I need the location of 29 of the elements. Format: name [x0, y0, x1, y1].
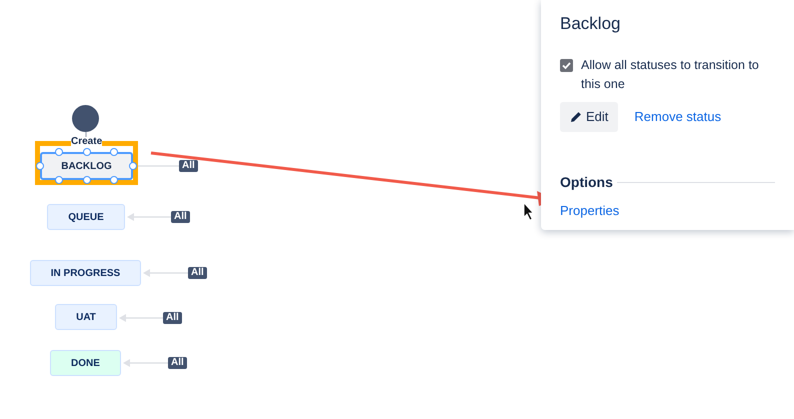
checkbox-label: Allow all statuses to transition to this one: [581, 57, 760, 94]
connector-arrow: [143, 269, 188, 277]
start-node: [72, 105, 99, 132]
resize-handle[interactable]: [110, 148, 118, 156]
status-node[interactable]: DONE: [50, 350, 121, 376]
options-heading: Options: [560, 172, 613, 192]
transition-label[interactable]: All: [188, 267, 207, 279]
status-node[interactable]: QUEUE: [47, 204, 125, 230]
edit-button[interactable]: Edit: [560, 102, 618, 132]
transition-label[interactable]: All: [171, 211, 190, 223]
transition-label[interactable]: All: [163, 312, 182, 324]
transition-label[interactable]: All: [168, 357, 187, 369]
transition-label: Create: [71, 137, 102, 147]
status-node[interactable]: BACKLOG: [40, 152, 133, 180]
connector-arrow: [127, 213, 171, 221]
resize-handle[interactable]: [54, 148, 63, 156]
cursor-icon: [524, 202, 534, 221]
checkbox[interactable]: [560, 59, 573, 72]
resize-handle[interactable]: [82, 148, 90, 156]
panel-title: Backlog: [560, 14, 622, 34]
properties-link[interactable]: Properties: [560, 200, 620, 220]
pencil-icon: [570, 111, 582, 124]
status-node[interactable]: IN PROGRESS: [30, 260, 141, 286]
remove-status-link[interactable]: Remove status: [634, 107, 722, 127]
connector-line: [85, 132, 87, 137]
connector-arrow: [119, 314, 163, 322]
connector-arrow: [123, 359, 168, 367]
status-node[interactable]: UAT: [55, 304, 117, 330]
transition-label[interactable]: All: [179, 160, 198, 172]
